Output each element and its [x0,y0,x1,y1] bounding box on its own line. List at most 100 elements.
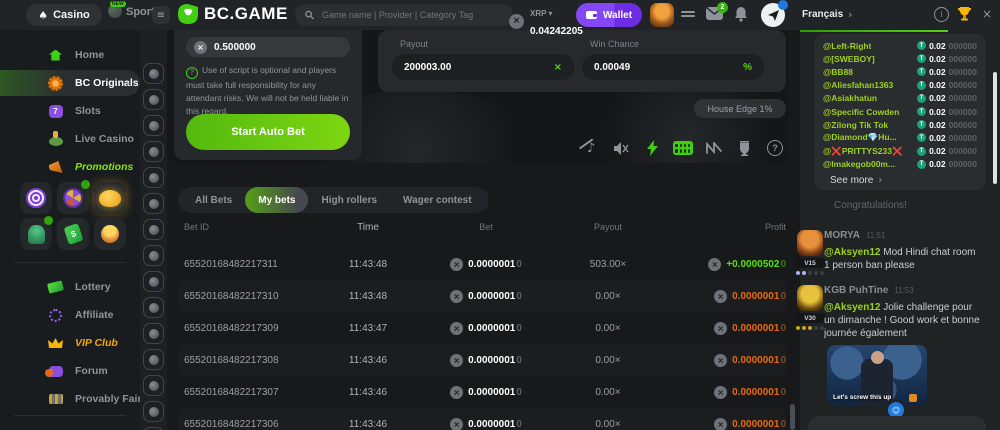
bet-row[interactable]: 65520168482217307 11:43:46 ×0.00000010 0… [178,376,786,408]
rail-game-icon-6[interactable] [143,193,164,214]
promo-bonus-tile[interactable] [94,218,126,250]
language-selector[interactable]: Français [802,9,843,20]
menu-icon[interactable]: ≡ [152,6,170,24]
search-input[interactable] [320,9,503,21]
chat-username[interactable]: KGB PuhTine11:53 [824,285,914,296]
winner-row[interactable]: @Aliesfahan1363T0.02000000 [823,79,977,92]
sidebar-item-affiliate[interactable]: Affiliate [0,302,140,328]
music-mute-icon[interactable]: ♪ [580,137,602,159]
help-icon[interactable]: ? [764,137,786,159]
rail-game-icon-13[interactable] [143,375,164,396]
balance-selector[interactable]: × XRP ▾ 0.04242205 [509,3,583,39]
chat-gif-thumbnail[interactable]: Let's screw this up [827,345,927,405]
sidebar-item-bc-originals[interactable]: BC Originals › [0,70,140,96]
language-chevron-icon[interactable]: › [848,8,852,21]
main-scrollbar[interactable] [790,404,795,430]
casino-toggle[interactable]: ♠ Casino [26,4,102,26]
rail-game-icon-9[interactable] [143,271,164,292]
cup-icon[interactable] [733,137,755,159]
rail-game-icon-4[interactable] [143,141,164,162]
chat-scrollbar[interactable] [993,72,997,184]
tab-wager-contest[interactable]: Wager contest [390,187,485,213]
start-auto-bet-button[interactable]: Start Auto Bet [186,114,350,150]
bet-row[interactable]: 65520168482217311 11:43:48 ×0.00000010 5… [178,248,786,280]
sidebar-item-home[interactable]: Home [0,42,140,68]
info-icon[interactable]: i [934,7,949,22]
chat-username[interactable]: MORYA11:51 [824,230,885,241]
close-icon[interactable]: × [982,7,992,21]
messages-button[interactable]: 2 [706,7,723,20]
winner-name[interactable]: @Diamond💎Hu... [823,132,897,143]
winner-row[interactable]: @Imakegob00m...T0.02000000 [823,158,977,171]
chat-toggle-button[interactable] [761,3,785,27]
rail-game-icon-2[interactable] [143,89,164,110]
winner-row[interactable]: @Diamond💎Hu...T0.02000000 [823,131,977,144]
notifications-button[interactable] [734,6,748,22]
rail-game-icon-1[interactable] [143,63,164,84]
account-list-icon[interactable] [681,9,695,19]
bet-row[interactable]: 65520168482217310 11:43:48 ×0.00000010 0… [178,280,786,312]
promo-piggy-tile[interactable] [94,182,126,214]
rail-game-icon-8[interactable] [143,245,164,266]
sidebar-item-live-casino[interactable]: Live Casino [0,126,140,152]
rail-game-icon-7[interactable] [143,219,164,240]
hotkeys-icon[interactable] [672,137,694,159]
sidebar-item-promotions[interactable]: Promotions [0,154,140,180]
logo[interactable]: BC.GAME [178,4,288,24]
wallet-button[interactable]: Wallet [576,3,642,27]
bet-row[interactable]: 65520168482217306 11:43:46 ×0.00000010 0… [178,408,786,430]
promo-spin-tile[interactable] [20,182,52,214]
bet-amount-input[interactable]: × 0.500000 [186,37,350,57]
rail-game-icon-11[interactable] [143,323,164,344]
winner-name[interactable]: @BB88 [823,67,853,77]
winner-row[interactable]: @Zilong Tik TokT0.02000000 [823,118,977,131]
sidebar-item-forum[interactable]: Forum [0,358,140,384]
rail-game-icon-10[interactable] [143,297,164,318]
avatar[interactable] [797,230,823,256]
winner-name[interactable]: @Specific Cowden [823,107,899,117]
sidebar-item-slots[interactable]: 7 Slots [0,98,140,124]
winner-row[interactable]: @Left-RightT0.02000000 [823,39,977,52]
tab-my-bets[interactable]: My bets [245,187,308,213]
mention[interactable]: @Aksyen12 [824,302,880,313]
winner-row[interactable]: @❌PRITTYS233❌T0.02000000 [823,145,977,158]
payout-input[interactable]: 200003.00 × [392,54,574,80]
tab-all-bets[interactable]: All Bets [182,187,245,213]
tab-high-rollers[interactable]: High rollers [308,187,390,213]
rail-game-icon-3[interactable] [143,115,164,136]
sound-mute-icon[interactable] [611,137,633,159]
sidebar-item-lottery[interactable]: Lottery [0,274,140,300]
sidebar-item-vip-club[interactable]: VIP Club [0,330,140,356]
rewards-button[interactable] [957,6,972,21]
avatar[interactable] [797,285,823,311]
winner-name[interactable]: @Left-Right [823,41,871,51]
rail-game-icon-5[interactable] [143,167,164,188]
turbo-icon[interactable] [641,137,663,159]
winner-name[interactable]: @❌PRITTYS233❌ [823,146,903,157]
trends-icon[interactable] [703,137,725,159]
winner-name[interactable]: @Asiakhatun [823,93,877,103]
winner-name[interactable]: @Imakegob00m... [823,159,895,169]
winner-name[interactable]: @Aliesfahan1363 [823,80,893,90]
win-chance-input[interactable]: 0.00049 % [582,54,764,80]
user-avatar[interactable] [650,3,674,27]
winner-row[interactable]: @Specific CowdenT0.02000000 [823,105,977,118]
see-more-link[interactable]: See more› [830,175,977,186]
promo-quest-tile[interactable] [20,218,52,250]
winner-name[interactable]: @[SWEBOY] [823,54,875,64]
rail-game-icon-12[interactable] [143,349,164,370]
clear-icon[interactable]: × [554,62,562,73]
mention[interactable]: @Aksyen12 [824,247,880,258]
search-bar[interactable] [295,4,513,26]
winner-row[interactable]: @BB88T0.02000000 [823,65,977,78]
promo-deals-tile[interactable]: $ [57,218,89,250]
rail-game-icon-14[interactable] [143,401,164,422]
winner-row[interactable]: @[SWEBOY]T0.02000000 [823,52,977,65]
winner-name[interactable]: @Zilong Tik Tok [823,120,888,130]
promo-wheel-tile[interactable] [57,182,89,214]
chat-input[interactable] [808,416,986,430]
bet-row[interactable]: 65520168482217308 11:43:46 ×0.00000010 0… [178,344,786,376]
bet-row[interactable]: 65520168482217309 11:43:47 ×0.00000010 0… [178,312,786,344]
winner-row[interactable]: @AsiakhatunT0.02000000 [823,92,977,105]
sidebar-item-provably-fair[interactable]: Provably Fair [0,386,140,412]
